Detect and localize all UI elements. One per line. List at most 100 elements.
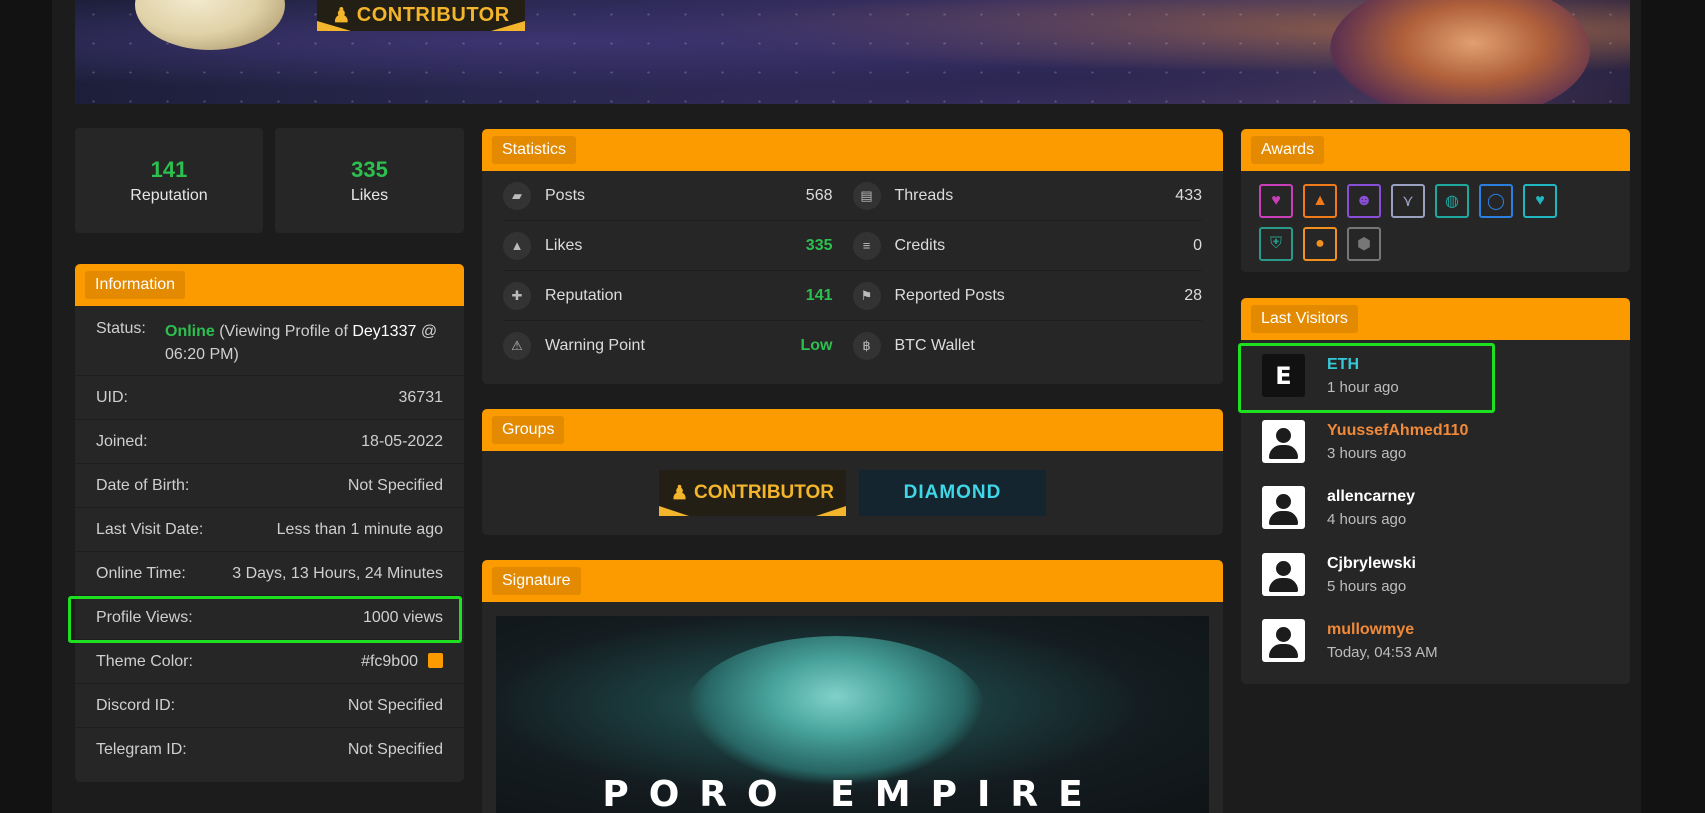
default-avatar-body [1269,578,1298,592]
diamond-group-badge[interactable]: DIAMOND [859,470,1046,516]
visitor-time: 5 hours ago [1327,578,1407,595]
groups-panel: Groups [482,409,1223,535]
last-visit-row: Last Visit Date: Less than 1 minute ago [75,508,464,552]
online-time-row: Online Time: 3 Days, 13 Hours, 24 Minutes [75,552,464,596]
telegram-row: Telegram ID: Not Specified [96,741,443,758]
user-icon: ♟ [332,5,351,27]
stat-likes: ▲ Likes 335 [503,221,853,271]
visitor-username[interactable]: YuussefAhmed110 [1327,422,1468,440]
stat-btc-wallet: ฿ BTC Wallet [852,321,1203,371]
information-title: Information [85,271,186,299]
visitor-username[interactable]: allencarney [1327,488,1415,506]
avatar[interactable] [1262,420,1305,463]
discord-row: Discord ID: Not Specified [75,684,464,728]
statistics-panel: Statistics ▰ Posts 568 ▤ Threads 433 ▲ Likes 3… [482,129,1223,384]
stat-credits: ≡ Credits 0 [852,221,1202,271]
groups-header: Groups [482,409,1223,451]
ribbon-icon: ✚ [503,281,531,310]
visitor-item[interactable]: mullowmye Today, 04:53 AM [1262,612,1512,670]
ring-icon[interactable]: ◯ [1479,184,1513,218]
heart-icon[interactable]: ♥ [1259,184,1293,218]
signature-header: Signature [482,560,1223,602]
default-avatar-body [1269,644,1298,658]
statistics-grid: ▰ Posts 568 ▤ Threads 433 ▲ Likes 335 ≡ Credits… [482,171,1223,371]
last-visitors-title: Last Visitors [1251,305,1358,333]
profile-page: ♟ CONTRIBUTOR 141 Reputation 335 Likes I… [0,0,1705,813]
awards-header: Awards [1241,129,1630,171]
awards-grid: ♥ ▲ ☻ ⋎ ◍ ◯ ♥ ⛨ ● ⬢ [1259,184,1599,261]
coins-icon: ≡ [852,231,881,260]
reputation-card: 141 Reputation [75,128,263,233]
shield-icon[interactable]: ⛨ [1259,227,1293,261]
planet-icon[interactable]: ◍ [1435,184,1469,218]
default-avatar-icon [1276,561,1291,576]
theme-color-swatch [428,652,443,668]
statistics-header: Statistics [482,129,1223,171]
bitcoin-icon: ฿ [852,332,881,360]
default-avatar-icon [1276,627,1291,642]
likes-value: 335 [351,157,388,182]
stat-reported-posts: ⚑ Reported Posts 28 [852,271,1202,321]
comments-icon: ▰ [503,181,531,210]
avatar[interactable] [1262,619,1305,662]
stat-reputation: ✚ Reputation 141 [503,271,853,321]
contributor-group-badge[interactable]: ♟ CONTRIBUTOR [659,470,846,516]
signature-title: Signature [492,567,581,595]
chevron-icon[interactable]: ⋎ [1391,184,1425,218]
avatar[interactable] [1262,553,1305,596]
groups-title: Groups [492,416,565,444]
joined-row: Joined: 18-05-2022 [75,420,464,464]
pumpkin-icon[interactable]: ● [1303,227,1337,261]
banner-character [1330,0,1590,104]
gem-heart-icon[interactable]: ♥ [1523,184,1557,218]
flag-icon: ⚑ [852,281,881,310]
likes-card: 335 Likes [275,128,464,233]
stat-threads: ▤ Threads 433 [852,171,1202,221]
status-row: Status: Online (Viewing Profile of Dey13… [75,306,464,376]
visitor-time: 3 hours ago [1327,445,1407,462]
information-panel: Information Status: Online (Viewing Prof… [75,264,464,782]
default-avatar-body [1269,445,1298,459]
badge-icon[interactable]: ⬢ [1347,227,1381,261]
default-avatar-icon [1276,428,1291,443]
visitor-username[interactable]: mullowmye [1327,621,1414,639]
statistics-title: Statistics [492,136,577,164]
profile-views-highlight [68,596,462,643]
status-label: Status: [96,320,146,337]
visitor-item[interactable]: Cjbrylewski 5 hours ago [1262,546,1512,604]
ghost-artwork [686,636,986,786]
user-icon: ♟ [670,482,688,504]
visitor-username[interactable]: Cjbrylewski [1327,555,1416,573]
likes-label: Likes [350,187,389,204]
default-avatar-body [1269,511,1298,525]
theme-color-row: Theme Color: #fc9b00 [75,640,464,684]
uid-row: UID: 36731 [75,376,464,420]
reputation-label: Reputation [130,187,208,204]
contributor-badge: ♟ CONTRIBUTOR [317,0,525,31]
viewed-user-link[interactable]: Dey1337 [352,323,416,340]
eth-visitor-highlight [1238,343,1495,413]
stat-posts: ▰ Posts 568 [503,171,853,221]
information-header: Information [75,264,464,306]
devil-icon[interactable]: ☻ [1347,184,1381,218]
last-visitors-header: Last Visitors [1241,298,1630,340]
awards-title: Awards [1251,136,1325,164]
visitor-item[interactable]: YuussefAhmed110 3 hours ago [1262,413,1512,471]
profile-banner [75,0,1630,104]
signature-image: PORO EMPIRE [496,616,1209,813]
visitor-time: 4 hours ago [1327,511,1407,528]
default-avatar-icon [1276,494,1291,509]
right-gutter [1641,0,1705,813]
avatar[interactable] [1262,486,1305,529]
campfire-icon[interactable]: ▲ [1303,184,1337,218]
dob-row: Date of Birth: Not Specified [75,464,464,508]
status-value: Online (Viewing Profile of Dey1337 @ 06:… [165,323,438,363]
reputation-value: 141 [150,157,188,182]
visitor-item[interactable]: allencarney 4 hours ago [1262,479,1512,537]
visitor-time: Today, 04:53 AM [1327,644,1438,661]
book-icon: ▤ [852,181,881,210]
warning-icon: ⚠ [503,332,531,360]
thumbs-up-icon: ▲ [503,231,531,260]
left-gutter [0,0,52,813]
stat-warning-point: ⚠ Warning Point Low [503,321,853,371]
